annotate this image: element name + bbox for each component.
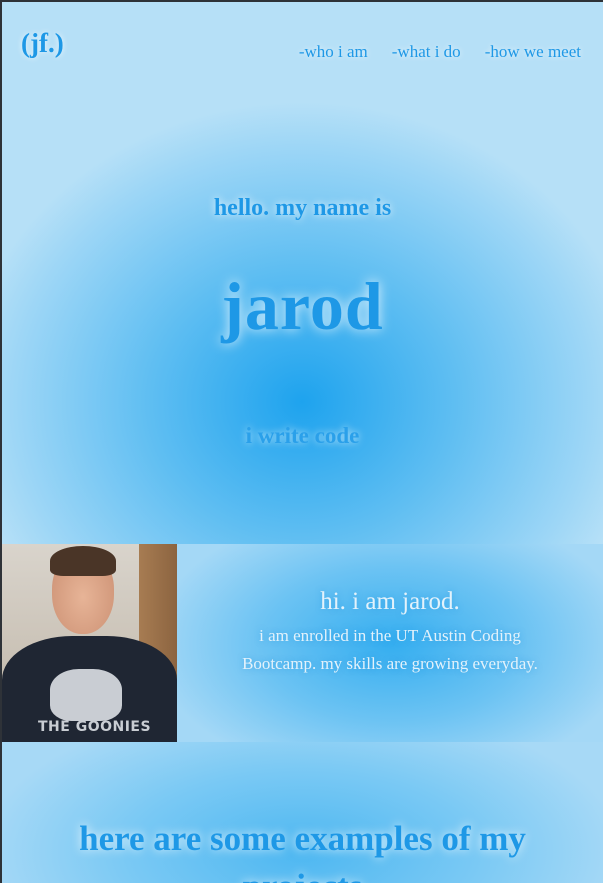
about-section: THE GOONIES hi. i am jarod. i am enrolle… <box>2 544 603 742</box>
hero-name: jarod <box>221 268 384 344</box>
hero-greeting: hello. my name is <box>213 195 392 221</box>
shirt-print-text: THE GOONIES <box>38 719 152 735</box>
nav-link-how-we-meet[interactable]: -how we meet <box>485 42 581 62</box>
projects-title: here are some examples of my projects <box>79 819 526 883</box>
skull-print-icon <box>50 669 122 721</box>
photo-hair <box>50 546 116 576</box>
hero-section: (jf.) -who i am -what i do -how we meet … <box>2 2 603 544</box>
nav-link-who-i-am[interactable]: -who i am <box>299 42 368 62</box>
profile-photo: THE GOONIES <box>2 544 177 742</box>
page: (jf.) -who i am -what i do -how we meet … <box>2 2 603 883</box>
about-title: hi. i am jarod. <box>320 588 460 615</box>
main-nav: -who i am -what i do -how we meet <box>299 42 581 62</box>
nav-link-what-i-do[interactable]: -what i do <box>392 42 461 62</box>
about-body: i am enrolled in the UT Austin Coding Bo… <box>242 626 538 673</box>
projects-section: here are some examples of my projects <box>2 742 603 883</box>
site-logo[interactable]: (jf.) <box>21 28 64 59</box>
about-text-block: hi. i am jarod. i am enrolled in the UT … <box>177 544 603 742</box>
hero-tagline: i write code <box>245 423 360 448</box>
